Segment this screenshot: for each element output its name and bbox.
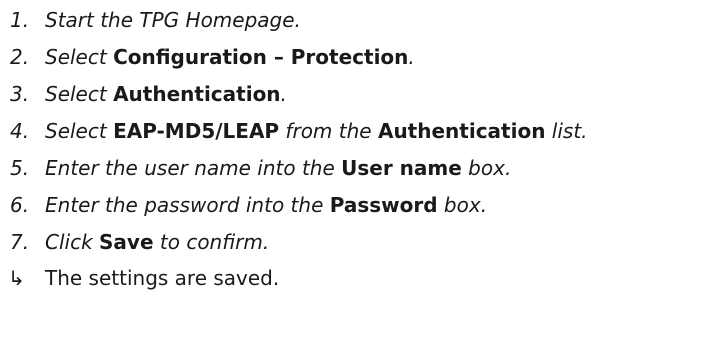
step-phrase: Start the TPG Homepage. bbox=[45, 8, 301, 32]
step-phrase: box. bbox=[461, 156, 512, 180]
result-arrow-icon: ↳ bbox=[8, 266, 25, 290]
step-number: 1. bbox=[10, 8, 30, 32]
step-phrase: . bbox=[408, 45, 415, 69]
step-item: 3. Select Authentication. bbox=[0, 76, 727, 113]
step-item: 2. Select Configuration – Protection. bbox=[0, 39, 727, 76]
step-text: Select Configuration – Protection. bbox=[45, 39, 415, 76]
step-number: 6. bbox=[10, 193, 30, 217]
step-text: Start the TPG Homepage. bbox=[45, 2, 301, 39]
step-phrase: box. bbox=[437, 193, 488, 217]
step-number: 4. bbox=[10, 119, 30, 143]
step-phrase: Select bbox=[45, 119, 114, 143]
step-list: 1. Start the TPG Homepage. 2. Select Config… bbox=[0, 2, 727, 261]
step-phrase: Enter the password into the bbox=[45, 193, 330, 217]
step-phrase: list. bbox=[545, 119, 588, 143]
step-text: Select EAP-MD5/LEAP from the Authenticat… bbox=[45, 113, 588, 150]
step-text: Click Save to confirm. bbox=[45, 224, 269, 261]
ui-term: Save bbox=[99, 230, 154, 254]
step-text: Select Authentication. bbox=[45, 76, 287, 113]
step-number: 5. bbox=[10, 156, 30, 180]
step-text: Enter the password into the Password box… bbox=[45, 187, 487, 224]
ui-term: User name bbox=[341, 156, 462, 180]
step-item: 7. Click Save to confirm. bbox=[0, 224, 727, 261]
step-item: 6. Enter the password into the Password b… bbox=[0, 187, 727, 224]
step-number: 2. bbox=[10, 45, 30, 69]
instruction-page: 1. Start the TPG Homepage. 2. Select Config… bbox=[0, 0, 727, 337]
step-phrase: to confirm. bbox=[153, 230, 270, 254]
result-text: The settings are saved. bbox=[45, 266, 280, 290]
ui-term: EAP-MD5/LEAP bbox=[113, 119, 280, 143]
step-phrase: Select bbox=[45, 45, 114, 69]
ui-term: Configuration – Protection bbox=[113, 45, 409, 69]
step-text: Enter the user name into the User name b… bbox=[45, 150, 511, 187]
step-item: 5. Enter the user name into the User name… bbox=[0, 150, 727, 187]
result-line: ↳ The settings are saved. bbox=[0, 261, 727, 295]
step-phrase: . bbox=[280, 82, 287, 106]
step-phrase: Enter the user name into the bbox=[45, 156, 342, 180]
step-number: 7. bbox=[10, 230, 30, 254]
ui-term: Authentication bbox=[113, 82, 281, 106]
step-number: 3. bbox=[10, 82, 30, 106]
step-item: 1. Start the TPG Homepage. bbox=[0, 2, 727, 39]
step-phrase: from the bbox=[279, 119, 378, 143]
step-phrase: Select bbox=[45, 82, 114, 106]
ui-term: Password bbox=[329, 193, 438, 217]
ui-term: Authentication bbox=[377, 119, 546, 143]
step-item: 4. Select EAP-MD5/LEAP from the Authentic… bbox=[0, 113, 727, 150]
step-phrase: Click bbox=[45, 230, 100, 254]
